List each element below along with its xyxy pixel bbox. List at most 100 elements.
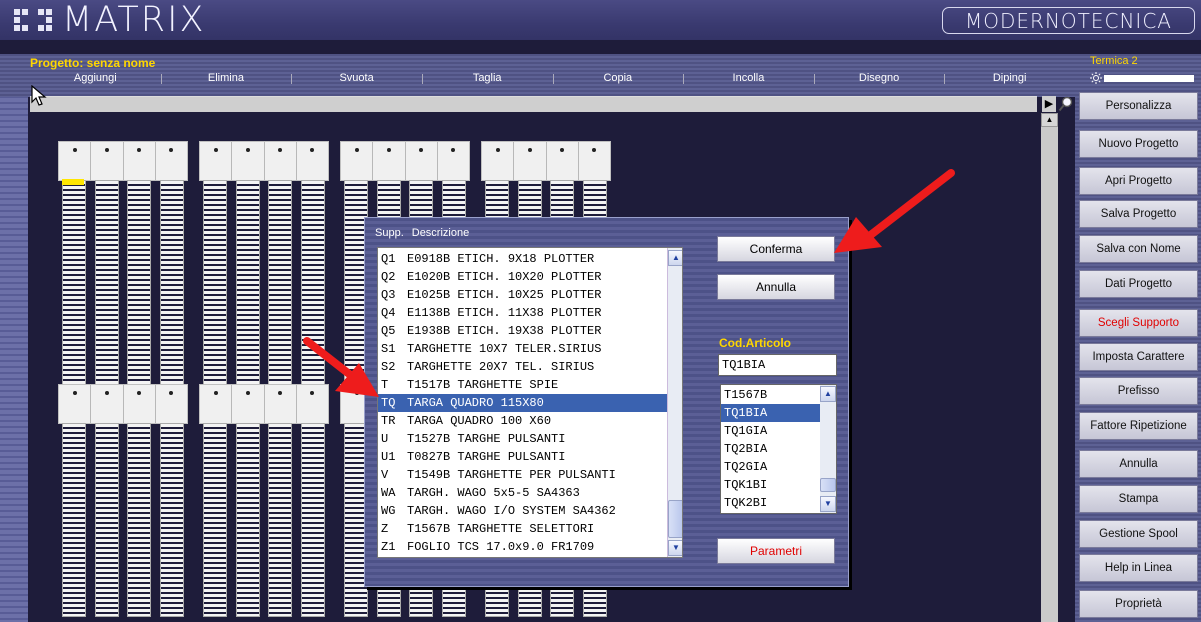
cod-articolo-option[interactable]: T1567B [721, 386, 820, 404]
terminal-group[interactable] [199, 141, 329, 181]
cod-articolo-option[interactable]: TQK1BI [721, 476, 820, 494]
support-row[interactable]: Q2 E1020B ETICH. 10X20 PLOTTER [378, 268, 667, 286]
scroll-down-icon[interactable]: ▼ [668, 540, 682, 556]
support-row[interactable]: Q3 E1025B ETICH. 10X25 PLOTTER [378, 286, 667, 304]
terminal-group[interactable] [481, 141, 611, 181]
panel-button-personalizza[interactable]: Personalizza [1079, 92, 1198, 120]
support-row[interactable]: U1 T0827B TARGHE PULSANTI [378, 448, 667, 466]
panel-button-dati-progetto[interactable]: Dati Progetto [1079, 270, 1198, 298]
support-listbox[interactable]: Z1 FOGLIO TCS 17.0x9.0 FR1709 Z T1567B TARG… [377, 247, 683, 558]
terminal-group[interactable] [58, 141, 188, 181]
support-description: T1549B TARGHETTE PER PULSANTI [407, 468, 616, 482]
support-description: T0827B TARGHE PULSANTI [407, 450, 566, 464]
cod-articolo-listbox[interactable]: TQK2BI TQK1BI TQ2GIA TQ2BIA TQ1GIA TQ1BIA T156… [720, 384, 837, 514]
support-row[interactable]: V T1549B TARGHETTE PER PULSANTI [378, 466, 667, 484]
scroll-thumb[interactable] [820, 478, 836, 492]
listbox-scrollbar[interactable]: ▲ ▼ [667, 248, 682, 557]
panel-button-scegli-supporto[interactable]: Scegli Supporto [1079, 309, 1198, 337]
support-row[interactable]: S2 TARGHETTE 20X7 TEL. SIRIUS [378, 358, 667, 376]
cancel-button[interactable]: Annulla [717, 274, 835, 300]
terminal-dot [72, 148, 77, 152]
support-description: T1517B TARGHETTE SPIE [407, 378, 559, 392]
support-row[interactable]: U T1527B TARGHE PULSANTI [378, 430, 667, 448]
support-selection-dialog: Supp. Descrizione Z1 FOGLIO TCS 17.0x9.0 … [364, 217, 849, 587]
support-row[interactable]: TR TARGA QUADRO 100 X60 [378, 412, 667, 430]
panel-button-gestione-spool[interactable]: Gestione Spool [1079, 520, 1198, 548]
terminal-cap [232, 385, 265, 423]
support-row[interactable]: WG TARGH. WAGO I/O SYSTEM SA4362 [378, 502, 667, 520]
confirm-button[interactable]: Conferma [717, 236, 835, 262]
support-row[interactable]: WA TARGH. WAGO 5x5-5 SA4363 [378, 484, 667, 502]
support-row[interactable]: Z T1567B TARGHETTE SELETTORI [378, 520, 667, 538]
terminal-strip[interactable] [127, 423, 152, 617]
terminal-dot [354, 148, 359, 152]
scroll-up-icon[interactable]: ▲ [820, 386, 836, 402]
matrix-app-window: MATRIX MODERNOTECNICA Progetto: senza no… [0, 0, 1201, 622]
panel-button-apri-progetto[interactable]: Apri Progetto [1079, 167, 1198, 195]
support-row[interactable]: S1 TARGHETTE 10X7 TELER.SIRIUS [378, 340, 667, 358]
terminal-strip[interactable] [268, 423, 293, 617]
terminal-dot [278, 391, 283, 395]
support-row[interactable]: Q5 E1938B ETICH. 19X38 PLOTTER [378, 322, 667, 340]
terminal-strip[interactable] [159, 423, 184, 617]
terminal-strip[interactable] [203, 423, 228, 617]
cod-articolo-option[interactable]: TQK2BI [721, 494, 820, 512]
terminal-dot [245, 391, 250, 395]
cod-articolo-option[interactable]: TQ1GIA [721, 422, 820, 440]
cod-articolo-option[interactable]: TQ2GIA [721, 458, 820, 476]
play-arrow-icon[interactable]: ▶ [1042, 96, 1056, 112]
support-row[interactable]: Z1 FOGLIO TCS 17.0x9.0 FR1709 [378, 538, 667, 556]
panel-button-salva-progetto[interactable]: Salva Progetto [1079, 200, 1198, 228]
terminal-strip[interactable] [300, 423, 325, 617]
panel-button-nuovo-progetto[interactable]: Nuovo Progetto [1079, 130, 1198, 158]
cod-articolo-option[interactable]: TQ1BIA [721, 404, 820, 422]
support-description: E1020B ETICH. 10X20 PLOTTER [407, 270, 602, 284]
project-title: Progetto: senza nome [30, 56, 156, 70]
scroll-up-icon[interactable]: ▲ [668, 250, 682, 266]
vertical-scrollbar[interactable]: ▲ [1041, 113, 1058, 622]
panel-button-salva-con-nome[interactable]: Salva con Nome [1079, 235, 1198, 263]
panel-button-imposta-carattere[interactable]: Imposta Carattere [1079, 343, 1198, 371]
menu-elimina[interactable]: Elimina [160, 70, 292, 88]
panel-button-help-in-linea[interactable]: Help in Linea [1079, 554, 1198, 582]
support-row[interactable]: Q4 E1138B ETICH. 11X38 PLOTTER [378, 304, 667, 322]
menu-dipingi[interactable]: Dipingi [944, 70, 1075, 88]
panel-button-prefisso[interactable]: Prefisso [1079, 377, 1198, 405]
cod-listbox-scrollbar[interactable]: ▲ ▼ [820, 385, 836, 513]
support-row[interactable]: T T1517B TARGHETTE SPIE [378, 376, 667, 394]
cod-articolo-option[interactable]: TQ2BIA [721, 440, 820, 458]
panel-button-stampa[interactable]: Stampa [1079, 485, 1198, 513]
terminal-cap [91, 142, 124, 180]
menu-incolla[interactable]: Incolla [683, 70, 814, 88]
panel-button-annulla[interactable]: Annulla [1079, 450, 1198, 478]
panel-button-propriet[interactable]: Proprietà [1079, 590, 1198, 618]
menu-aggiungi[interactable]: Aggiungi [30, 70, 161, 88]
cod-articolo-input[interactable]: TQ1BIA [718, 354, 837, 376]
terminal-strip[interactable] [62, 423, 87, 617]
terminal-dot [72, 391, 77, 395]
menu-disegno[interactable]: Disegno [813, 70, 945, 88]
menu-svuota[interactable]: Svuota [291, 70, 422, 88]
terminal-strip[interactable] [94, 423, 119, 617]
menu-copia[interactable]: Copia [552, 70, 684, 88]
terminal-dot [137, 391, 142, 395]
scroll-thumb[interactable] [668, 500, 682, 538]
terminal-group[interactable] [340, 141, 470, 181]
support-row[interactable]: TQ TARGA QUADRO 115X80 [378, 394, 667, 412]
scroll-up-icon[interactable]: ▲ [1041, 113, 1058, 127]
terminal-cap [406, 142, 438, 180]
support-code: WG [381, 504, 396, 518]
zoom-icon[interactable] [1058, 96, 1074, 112]
scroll-down-icon[interactable]: ▼ [820, 496, 836, 512]
panel-button-fattore-ripetizione[interactable]: Fattore Ripetizione [1079, 412, 1198, 440]
parametri-button[interactable]: Parametri [717, 538, 835, 564]
support-row[interactable]: Q1 E0918B ETICH. 9X18 PLOTTER [378, 250, 667, 268]
col-supp-header: Supp. [375, 227, 404, 239]
horizontal-scrollbar[interactable] [30, 96, 1037, 112]
matrix-logo-icon [14, 9, 52, 31]
terminal-dot [495, 148, 500, 152]
terminal-dot [419, 148, 424, 152]
terminal-group[interactable] [58, 384, 188, 424]
terminal-strip[interactable] [235, 423, 260, 617]
menu-taglia[interactable]: Taglia [421, 70, 553, 88]
